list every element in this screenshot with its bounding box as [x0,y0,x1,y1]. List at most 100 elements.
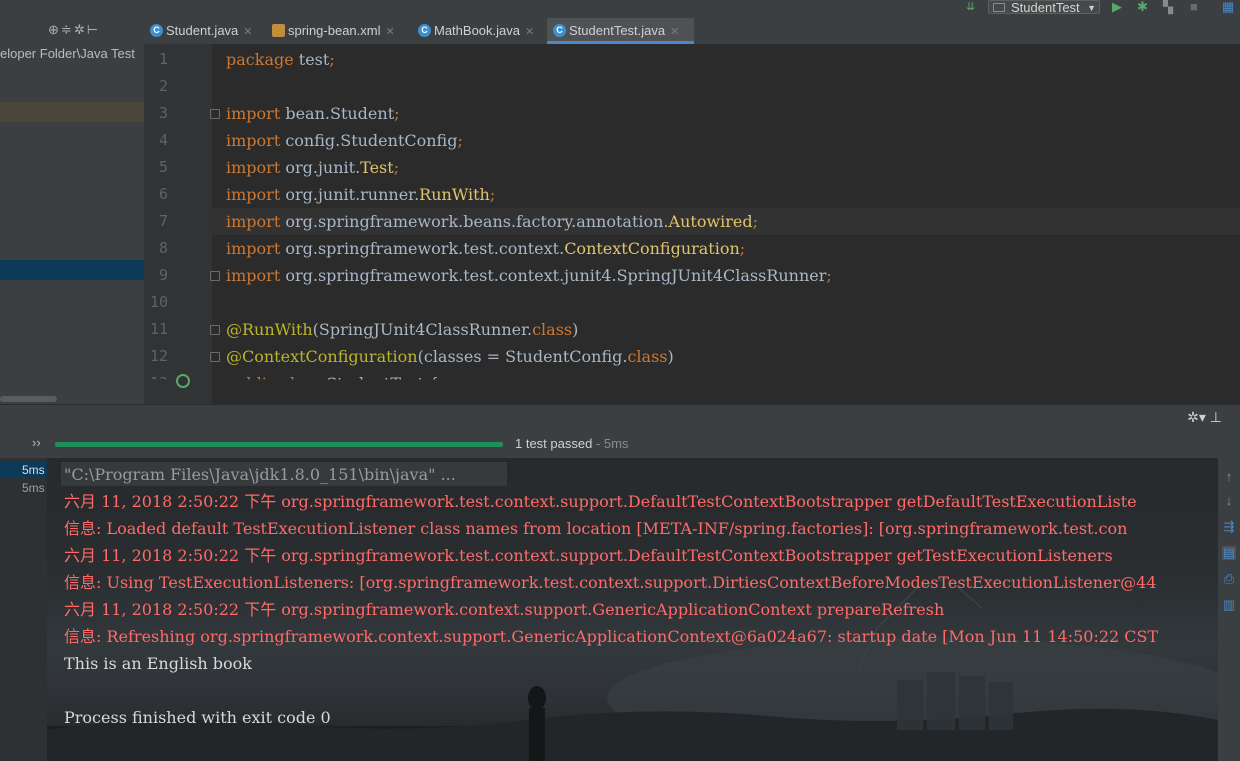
print-icon[interactable]: ⎙ [1222,572,1236,586]
semicolon: ; [752,212,759,231]
code-line[interactable]: import org.springframework.test.context.… [226,262,832,289]
console-line: This is an English book [64,654,252,673]
stop-icon[interactable]: ■ [1190,0,1198,14]
code-line[interactable]: import bean.Student; [226,100,400,127]
locate-icon[interactable]: ⊕ [48,22,61,37]
tab-spring-bean-xml[interactable]: spring-bean.xml ✕ [266,18,408,44]
line-number: 1 [158,50,168,68]
run-panel-header: ›› 1 test passed - 5ms [0,430,1240,458]
test-tree-row-selected[interactable]: 5ms [0,462,47,478]
code-editor[interactable]: 1 2 3 4 5 6 7 8 9 10 11 12 13 package test; import be… [144,44,1240,404]
hide-icon[interactable]: ⊢ [87,22,100,37]
console-output[interactable]: "C:\Program Files\Java\jdk1.8.0_151\bin\… [47,458,1218,761]
code-line[interactable]: @ContextConfiguration(classes = StudentC… [226,343,674,370]
scroll-to-end-icon[interactable]: ▤ [1222,546,1236,560]
console-line: 六月 11, 2018 2:50:22 下午 org.springframewo… [64,546,1113,565]
type-name: ContextConfiguration [564,239,740,258]
fold-marker-icon[interactable] [210,271,220,281]
build-icon[interactable]: ⇊ [966,0,975,14]
line-number: 8 [158,239,168,257]
chevron-down-icon: ▼ [1087,3,1096,13]
debug-icon[interactable]: ✱ [1137,0,1148,14]
semicolon: ; [329,50,335,69]
code-text: (SpringJUnit4ClassRunner. [312,320,533,339]
keyword: class [627,347,668,366]
code-text: ) [572,320,579,339]
arrow-up-icon[interactable]: ↑ [1222,470,1236,484]
project-structure-icon[interactable]: ▦ [1222,0,1234,14]
console-line: 信息: Refreshing org.springframework.conte… [64,627,1164,646]
semicolon: ; [394,104,400,123]
code-line[interactable]: @RunWith(SpringJUnit4ClassRunner.class) [226,316,578,343]
class-icon: C [150,24,163,37]
gear-icon[interactable]: ✲▾ ⊥ [1187,409,1222,426]
editor-gutter: 1 2 3 4 5 6 7 8 9 10 11 12 13 [144,44,212,404]
tab-label: MathBook.java [434,23,520,38]
line-number: 5 [158,158,168,176]
main-toolbar: ⇊ StudentTest ▼ ▶ ✱ ▚ ■ ▦ [0,0,1240,18]
keyword: import [226,131,281,150]
collapse-icon[interactable]: ≑ [61,22,74,37]
keyword: import [226,266,281,285]
line-number: 2 [158,77,168,95]
code-text: org.junit. [280,158,361,177]
close-icon[interactable]: ✕ [243,26,252,38]
run-test-gutter-icon[interactable] [176,374,190,388]
keyword: import [226,158,281,177]
type-name: RunWith [419,185,490,204]
code-line-partial[interactable]: public class StudentTest { [226,370,439,379]
close-icon[interactable]: ✕ [386,26,395,38]
line-number: 11 [149,320,168,338]
project-panel-icons: ⊕≑✲⊢ [48,22,100,38]
fold-marker-icon[interactable] [210,352,220,362]
close-icon[interactable]: ✕ [670,26,679,38]
fold-marker-icon[interactable] [210,325,220,335]
line-number: 13 [149,374,168,392]
code-line[interactable]: package test; [226,46,335,73]
annotation: @RunWith [226,320,313,339]
tab-studenttest-java[interactable]: C StudentTest.java ✕ [547,18,694,44]
keyword: class [532,320,573,339]
project-path[interactable]: eloper Folder\Java Test [0,46,135,61]
trash-icon[interactable]: ▥ [1222,598,1236,612]
settings-icon[interactable]: ✲ [74,22,87,37]
console-line: 信息: Using TestExecutionListeners: [org.s… [64,573,1157,592]
close-icon[interactable]: ✕ [525,26,534,38]
project-tree-row-selected[interactable] [0,260,144,280]
code-text: test [293,50,330,69]
line-number: 4 [158,131,168,149]
project-tree-row[interactable] [0,102,144,122]
coverage-icon[interactable]: ▚ [1163,0,1173,14]
code-line[interactable]: import config.StudentConfig; [226,127,463,154]
keyword: import [226,104,281,123]
tab-label: StudentTest.java [569,23,666,38]
code-text: (classes = StudentConfig. [417,347,628,366]
code-line[interactable]: import org.junit.Test; [226,154,399,181]
test-duration: - 5ms [592,436,629,451]
code-line[interactable]: import org.junit.runner.RunWith; [226,181,495,208]
run-icon[interactable]: ▶ [1112,0,1122,14]
console-line: "C:\Program Files\Java\jdk1.8.0_151\bin\… [64,465,456,484]
xml-file-icon [272,24,285,37]
code-text: org.springframework.test.context. [280,239,565,258]
tab-student-java[interactable]: C Student.java ✕ [144,18,264,44]
code-line[interactable]: import org.springframework.test.context.… [226,235,745,262]
fold-marker-icon[interactable] [210,109,220,119]
arrow-down-icon[interactable]: ↓ [1222,494,1236,508]
class-icon: C [418,24,431,37]
run-config-label: StudentTest [1011,0,1080,15]
tool-window-divider[interactable]: ✲▾ ⊥ [0,404,1240,431]
code-text: org.springframework.beans.factory.annota… [280,212,669,231]
test-status-text: 1 test passed [515,436,593,451]
expand-icon[interactable]: ›› [32,435,41,450]
soft-wrap-icon[interactable]: ⇶ [1222,520,1236,534]
project-panel: eloper Folder\Java Test [0,44,144,404]
line-number: 7 [158,212,168,230]
editor-tab-bar: C Student.java ✕ spring-bean.xml ✕ C MathB… [144,18,1240,45]
tab-mathbook-java[interactable]: C MathBook.java ✕ [412,18,544,44]
code-line[interactable]: import org.springframework.beans.factory… [226,208,758,235]
run-side-toolbar: ↑ ↓ ⇶ ▤ ⎙ ▥ [1218,458,1240,761]
test-tree-row[interactable]: 5ms [22,481,45,495]
horizontal-scrollbar[interactable] [0,396,57,402]
run-config-selector[interactable]: StudentTest ▼ [988,0,1100,15]
